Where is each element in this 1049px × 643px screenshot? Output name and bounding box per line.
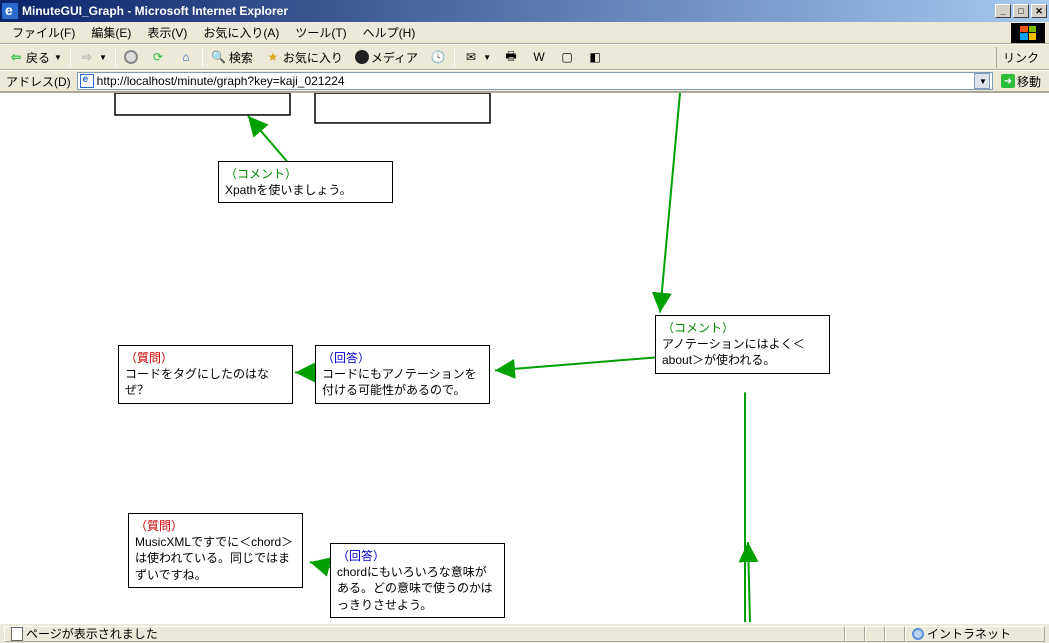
go-arrow-icon: ➜ [1001,74,1015,88]
status-message-panel: ページが表示されました [4,626,845,642]
messenger-button[interactable]: ◧ [583,47,607,67]
address-dropdown[interactable]: ▼ [974,73,990,89]
node-text: アノテーションにはよく＜about＞が使われる。 [662,336,823,368]
node-tag: （質問） [135,518,296,534]
address-input[interactable] [97,74,974,88]
search-button[interactable]: 🔍 検索 [207,47,257,68]
favorites-button[interactable]: ★ お気に入り [261,47,347,68]
print-icon: 🖶 [503,49,519,65]
graph-node-question-musicxml[interactable]: （質問） MusicXMLですでに＜chord＞は使われている。同じではまずいで… [128,513,303,588]
star-icon: ★ [265,49,281,65]
toolbar: ⇦ 戻る ▼ ⇨ ▼ ⟳ ⌂ 🔍 検索 ★ お気に入り メディア 🕓 ✉▼ 🖶 … [0,44,1049,70]
node-text: コードにもアノテーションを付ける可能性があるので。 [322,366,483,398]
media-icon [355,50,369,64]
node-tag: （コメント） [225,166,386,182]
graph-node-answer-annotation[interactable]: （回答） コードにもアノテーションを付ける可能性があるので。 [315,345,490,404]
graph-node-comment-about[interactable]: （コメント） アノテーションにはよく＜about＞が使われる。 [655,315,830,374]
close-button[interactable]: ✕ [1031,4,1047,18]
history-icon: 🕓 [430,49,446,65]
menu-favorites[interactable]: お気に入り(A) [195,22,287,43]
zone-icon [912,628,924,640]
go-button[interactable]: ➜ 移動 [997,73,1045,90]
back-label: 戻る [26,49,50,66]
status-blank-3 [885,626,905,642]
node-tag: （回答） [322,350,483,366]
graph-node-answer-chord[interactable]: （回答） chordにもいろいろな意味がある。どの意味で使うのかはっきりさせよう… [330,543,505,618]
chevron-down-icon: ▼ [54,53,62,62]
home-icon: ⌂ [178,49,194,65]
node-text: MusicXMLですでに＜chord＞は使われている。同じではまずいですね。 [135,534,296,583]
stop-icon [124,50,138,64]
refresh-button[interactable]: ⟳ [146,47,170,67]
forward-arrow-icon: ⇨ [79,49,95,65]
menu-edit[interactable]: 編集(E) [83,22,139,43]
address-label: アドレス(D) [4,73,73,90]
back-button[interactable]: ⇦ 戻る ▼ [4,47,66,68]
discuss-icon: ▢ [559,49,575,65]
window-titlebar: MinuteGUI_Graph - Microsoft Internet Exp… [0,0,1049,22]
menu-help[interactable]: ヘルプ(H) [355,22,424,43]
chevron-down-icon: ▼ [483,53,491,62]
address-field-wrap: ▼ [77,72,993,90]
address-bar: アドレス(D) ▼ ➜ 移動 [0,70,1049,92]
home-button[interactable]: ⌂ [174,47,198,67]
node-tag: （コメント） [662,320,823,336]
favorites-label: お気に入り [283,49,343,66]
node-text: Xpathを使いましょう。 [225,182,386,198]
menu-file[interactable]: ファイル(F) [4,22,83,43]
search-label: 検索 [229,49,253,66]
chevron-down-icon: ▼ [99,53,107,62]
status-zone: イントラネット [927,625,1011,642]
forward-button[interactable]: ⇨ ▼ [75,47,111,67]
status-blank-2 [865,626,885,642]
status-zone-panel: イントラネット [905,626,1045,642]
window-buttons: _ □ ✕ [995,4,1047,18]
menu-tools[interactable]: ツール(T) [287,22,354,43]
window-title: MinuteGUI_Graph - Microsoft Internet Exp… [22,4,995,18]
node-text: chordにもいろいろな意味がある。どの意味で使うのかはっきりさせよう。 [337,564,498,613]
graph-node-question-codetag[interactable]: （質問） コードをタグにしたのはなぜ？ [118,345,293,404]
status-bar: ページが表示されました イントラネット [0,623,1049,643]
menu-bar: ファイル(F) 編集(E) 表示(V) お気に入り(A) ツール(T) ヘルプ(… [0,22,1049,44]
maximize-button[interactable]: □ [1013,4,1029,18]
back-arrow-icon: ⇦ [8,49,24,65]
windows-logo-icon [1011,23,1045,43]
history-button[interactable]: 🕓 [426,47,450,67]
graph-node-comment-xpath[interactable]: （コメント） Xpathを使いましょう。 [218,161,393,203]
edit-button[interactable]: W [527,47,551,67]
refresh-icon: ⟳ [150,49,166,65]
ie-icon [2,3,18,19]
print-button[interactable]: 🖶 [499,47,523,67]
node-tag: （回答） [337,548,498,564]
go-label: 移動 [1017,73,1041,90]
page-content: （コメント） Xpathを使いましょう。 （コメント） アノテーションにはよく＜… [0,92,1049,623]
node-tag: （質問） [125,350,286,366]
mail-icon: ✉ [463,49,479,65]
edit-icon: W [531,49,547,65]
chevron-down-icon: ▼ [979,77,987,86]
node-text: コードをタグにしたのはなぜ？ [125,366,286,398]
media-label: メディア [371,49,418,66]
messenger-icon: ◧ [587,49,603,65]
menu-view[interactable]: 表示(V) [139,22,195,43]
media-button[interactable]: メディア [351,47,422,68]
status-blank-1 [845,626,865,642]
mail-button[interactable]: ✉▼ [459,47,495,67]
search-icon: 🔍 [211,49,227,65]
status-message: ページが表示されました [26,625,158,642]
links-panel[interactable]: リンク [996,47,1045,68]
minimize-button[interactable]: _ [995,4,1011,18]
page-icon [80,74,94,88]
discuss-button[interactable]: ▢ [555,47,579,67]
stop-button[interactable] [120,48,142,66]
document-icon [11,627,23,641]
